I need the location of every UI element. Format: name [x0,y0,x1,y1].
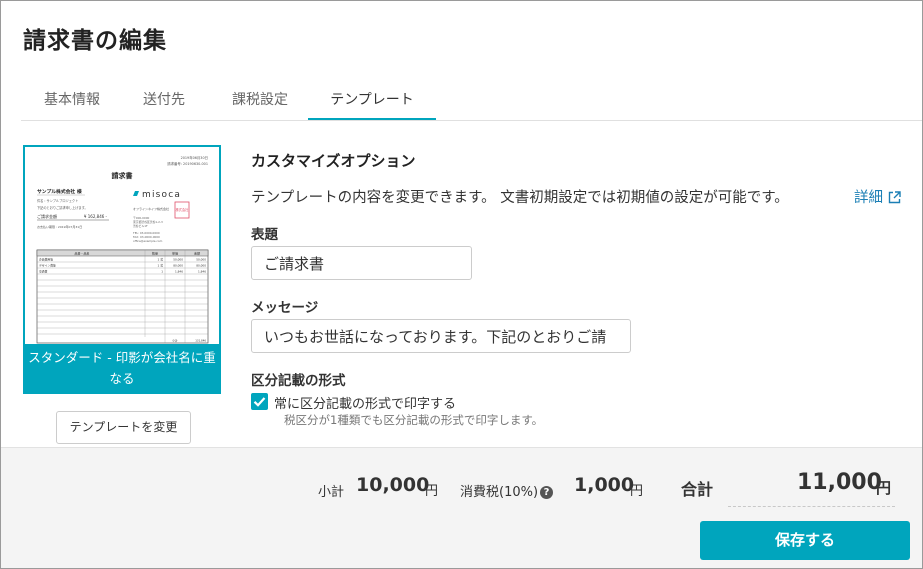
thumb-customer: サンプル株式会社 様 [37,188,82,195]
template-name-line2: なる [109,371,135,386]
detail-link-label: 詳細 [854,190,883,206]
thumb-row3-name: 交通費 [39,270,48,274]
thumb-note: 下記のとおりご請求申し上げます。 [37,205,88,210]
itemized-format-hint: 税区分が1種類でも区分記載の形式で印字します。 [284,413,544,427]
invoice-thumbnail: 2019年06月30日 請求番号: 20190630-001 請求書 サンプル株… [36,155,209,344]
total-value: 11,000 [797,470,882,495]
thumb-col-amount: 金額 [194,251,200,256]
thumb-row2-qty: 1 式 [158,264,164,268]
checkmark-icon [253,397,266,407]
thumb-email: office@example.com [133,239,163,243]
customize-title: カスタマイズオプション [251,152,416,170]
thumb-row1-qty: 1 式 [158,258,164,262]
thumb-row2-amount: 80,000 [196,264,206,268]
subject-input[interactable] [251,246,472,280]
tab-basic-info[interactable]: 基本情報 [26,81,118,119]
itemized-format-checkbox[interactable] [251,393,268,410]
thumb-subtotal-value: 131,846 [195,339,206,343]
subtotal-value: 10,000 [356,474,430,496]
customize-description: テンプレートの内容を変更できます。 文書初期設定では初期値の設定が可能です。 [251,190,789,206]
thumb-subtotal-label: 小計 [172,339,178,343]
tax-label-group: 消費税(10%)? [460,481,554,500]
message-input[interactable] [251,319,631,353]
tab-recipient[interactable]: 送付先 [124,81,204,119]
tab-bar: 基本情報 送付先 課税設定 テンプレート [21,81,922,121]
thumb-total-label: ご請求金額 [37,213,57,219]
subtotal-currency: 円 [425,484,439,499]
detail-link[interactable]: 詳細 [854,186,901,207]
external-link-icon [888,191,901,204]
thumb-doc-title: 請求書 [112,171,133,180]
thumb-meta-number: 請求番号: 20190630-001 [167,161,208,166]
thumb-row2-price: 80,000 [173,264,183,268]
total-divider [728,506,895,507]
totals-footer: 小計 10,000 円 消費税(10%)? 1,000 円 合計 11,000 … [1,447,922,568]
template-preview[interactable]: 2019年06月30日 請求番号: 20190630-001 請求書 サンプル株… [23,145,221,394]
invoice-edit-window: 請求書の編集 基本情報 送付先 課税設定 テンプレート 2019年06月30日 … [0,0,923,569]
thumb-subject: 件名 : サンプルプロジェクト [37,198,78,203]
thumb-due: お支払い期限 : 2019年07月31日 [37,224,82,229]
thumb-row3-qty: 1 [161,270,163,274]
tax-value: 1,000 [574,474,635,496]
thumb-col-name: 品番・品名 [74,251,89,256]
thumb-brand: misoca [142,190,181,200]
thumb-row1-amount: 50,000 [196,258,206,262]
template-name-caption: スタンダード - 印影が会社名に重 なる [25,344,219,392]
thumb-col-qty: 数量 [152,251,158,256]
question-circle-icon[interactable]: ? [540,486,554,499]
thumb-address3: 渋谷ビル1F [133,224,148,228]
subject-label: 表題 [251,227,278,243]
misoca-logo-mark [133,191,139,196]
thumb-row3-price: 1,846 [175,270,183,274]
change-template-button[interactable]: テンプレートを変更 [56,411,191,444]
template-name-line1: スタンダード - 印影が会社名に重 [28,350,216,365]
thumb-total-value: ¥ 162,846 - [84,214,108,219]
format-label: 区分記載の形式 [251,373,346,389]
thumb-col-price: 単価 [172,251,178,256]
thumb-stamp: 株式会社 [176,207,190,212]
page-title: 請求書の編集 [23,28,167,54]
total-currency: 円 [876,479,892,497]
tab-template[interactable]: テンプレート [308,81,436,120]
thumb-sender: オフラインネイフ株式会社 [133,206,169,211]
tab-tax-settings[interactable]: 課税設定 [210,81,310,119]
thumb-row2-name: デザイン費等 [39,264,56,268]
tax-label: 消費税(10%) [460,485,539,500]
thumb-row1-name: 企画費用等 [39,258,53,262]
message-label: メッセージ [251,300,319,316]
thumb-row3-amount: 1,846 [198,270,206,274]
subtotal-label: 小計 [318,485,345,500]
thumb-meta-date: 2019年06月30日 [181,155,208,160]
save-button[interactable]: 保存する [700,521,910,560]
total-label: 合計 [681,480,714,499]
thumb-row1-price: 50,000 [173,258,183,262]
itemized-format-checkbox-label[interactable]: 常に区分記載の形式で印字する [274,393,456,412]
tax-currency: 円 [630,484,644,499]
